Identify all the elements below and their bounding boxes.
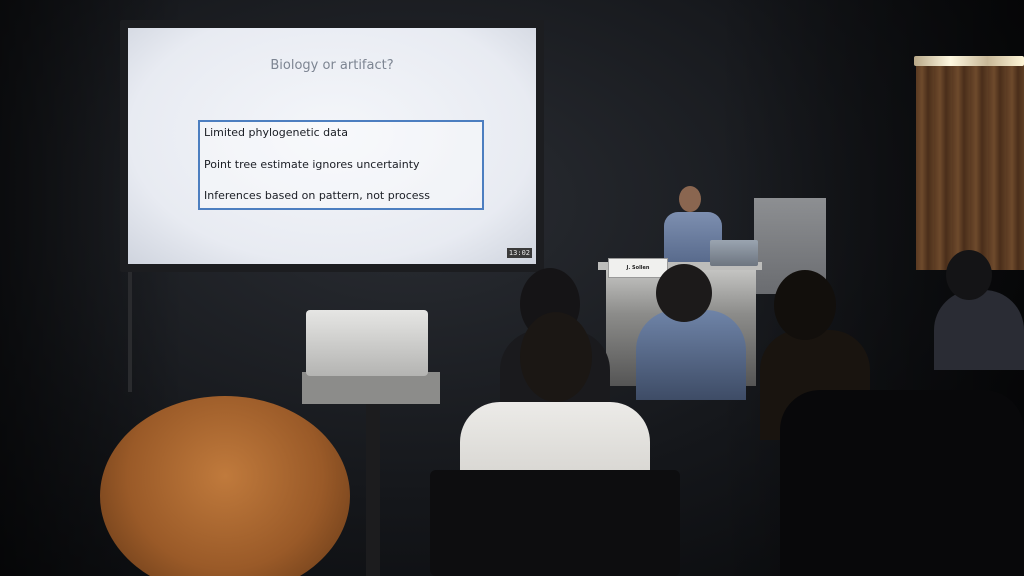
curtain xyxy=(916,60,1024,270)
chair-back xyxy=(430,470,680,576)
audience-member-torso xyxy=(636,310,746,400)
speaker-head xyxy=(679,186,701,212)
slide-bullet-box: Limited phylogenetic data Point tree est… xyxy=(198,120,484,210)
screen-leg-left xyxy=(128,272,132,392)
audience-member-silhouette xyxy=(780,390,1024,576)
audience-member-head xyxy=(656,264,712,322)
slide-bullet: Limited phylogenetic data xyxy=(204,126,348,139)
audience-member-torso xyxy=(934,290,1024,370)
audience-member-head xyxy=(946,250,992,300)
slide-bullet: Inferences based on pattern, not process xyxy=(204,189,431,202)
projector xyxy=(306,310,428,376)
name-card: J. Sollen xyxy=(608,258,668,278)
projector-table xyxy=(302,372,440,404)
projection-screen: Biology or artifact? Limited phylogeneti… xyxy=(128,28,536,264)
slide-title: Biology or artifact? xyxy=(270,58,394,73)
slide-bullet: Point tree estimate ignores uncertainty xyxy=(204,158,420,171)
projector-stand xyxy=(366,404,380,576)
ceiling-lights xyxy=(914,56,1024,66)
slide-timer: 13:02 xyxy=(506,248,532,258)
audience-member-head xyxy=(520,312,592,402)
audience-member-head xyxy=(774,270,836,340)
conference-room-scene: Biology or artifact? Limited phylogeneti… xyxy=(0,0,1024,576)
laptop xyxy=(710,240,758,266)
